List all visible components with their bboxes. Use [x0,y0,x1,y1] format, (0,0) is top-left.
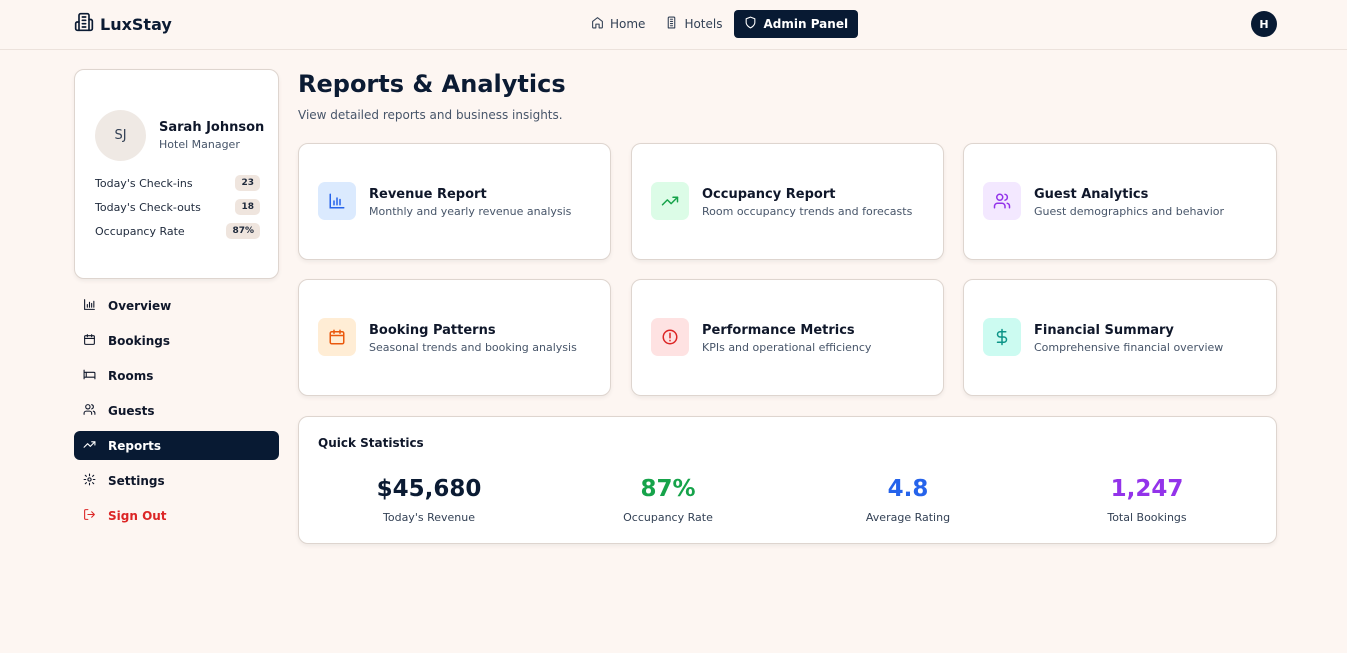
bar-chart-icon [318,182,356,220]
stat-value: $45,680 [376,476,482,502]
report-card-booking-patterns[interactable]: Booking Patterns Seasonal trends and boo… [298,279,611,396]
card-description: Guest demographics and behavior [1034,205,1225,218]
card-title: Performance Metrics [702,323,855,338]
card-title: Revenue Report [369,187,487,202]
card-title: Financial Summary [1034,323,1174,338]
stat-label: Occupancy Rate [95,224,185,238]
stat-value: 1,247 [1110,476,1184,502]
sidebar-item-rooms[interactable]: Rooms [74,361,279,390]
card-title: Booking Patterns [369,323,496,338]
bed-icon [83,368,96,384]
profile-avatar: SJ [95,110,146,161]
trending-up-icon [83,438,96,454]
trending-up-icon [651,182,689,220]
stat-label: Today's Check-outs [95,200,201,214]
report-card-occupancy[interactable]: Occupancy Report Room occupancy trends a… [631,143,944,260]
stat-value: 87% [640,476,696,502]
nav-home[interactable]: Home [583,10,653,38]
checkouts-stat: Today's Check-outs 18 [95,198,260,216]
users-icon [983,182,1021,220]
sidebar-item-reports[interactable]: Reports [74,431,279,460]
occupancy-stat: Occupancy Rate 87% [95,222,260,240]
nav-hotels[interactable]: Hotels [657,10,730,38]
stat-label: Today's Check-ins [95,176,193,190]
checkins-stat: Today's Check-ins 23 [95,174,260,192]
card-description: Room occupancy trends and forecasts [702,205,913,218]
card-description: Seasonal trends and booking analysis [369,341,577,354]
stat-badge: 87% [226,223,260,239]
stat-total-bookings: 1,247 Total Bookings [1027,475,1267,524]
sidebar-item-label: Overview [108,298,172,313]
stat-value: 4.8 [887,476,929,502]
shield-icon [744,16,757,32]
users-icon [83,403,96,419]
card-description: KPIs and operational efficiency [702,341,872,354]
profile-name: Sarah Johnson [159,120,265,135]
alert-circle-icon [651,318,689,356]
profile-card: SJ Sarah Johnson Hotel Manager Today's C… [74,69,279,279]
report-card-performance[interactable]: Performance Metrics KPIs and operational… [631,279,944,396]
building-icon [74,12,94,36]
dollar-icon [983,318,1021,356]
sidebar-item-overview[interactable]: Overview [74,291,279,320]
building-icon [665,16,678,32]
sidebar-item-bookings[interactable]: Bookings [74,326,279,355]
stat-occupancy-rate: 87% Occupancy Rate [548,475,788,524]
stat-badge: 23 [235,175,260,191]
calendar-icon [318,318,356,356]
home-icon [591,16,604,32]
sidebar-menu: Overview Bookings Rooms Guests Reports S… [74,291,279,536]
page-title: Reports & Analytics [298,70,566,98]
main-nav: Home Hotels Admin Panel [583,10,859,38]
nav-home-label: Home [610,17,646,31]
card-title: Occupancy Report [702,187,836,202]
sidebar-item-label: Bookings [108,333,171,348]
nav-admin-label: Admin Panel [763,17,849,31]
sidebar-item-label: Reports [108,438,162,453]
sidebar-item-label: Sign Out [108,508,167,523]
card-title: Guest Analytics [1034,187,1149,202]
quick-statistics-card: Quick Statistics $45,680 Today's Revenue… [298,416,1277,544]
bar-chart-icon [83,298,96,314]
brand-logo-link[interactable]: LuxStay [74,12,172,36]
report-card-financial-summary[interactable]: Financial Summary Comprehensive financia… [963,279,1277,396]
report-card-guest-analytics[interactable]: Guest Analytics Guest demographics and b… [963,143,1277,260]
card-description: Comprehensive financial overview [1034,341,1224,354]
nav-hotels-label: Hotels [684,17,723,31]
stat-todays-revenue: $45,680 Today's Revenue [309,475,549,524]
top-navbar: LuxStay Home Hotels Admin Panel H [0,0,1347,50]
nav-admin-panel[interactable]: Admin Panel [734,10,859,38]
report-card-revenue[interactable]: Revenue Report Monthly and yearly revenu… [298,143,611,260]
stat-label: Average Rating [865,511,951,524]
sidebar-item-sign-out[interactable]: Sign Out [74,501,279,530]
profile-role: Hotel Manager [159,138,240,151]
sidebar-item-label: Rooms [108,368,154,383]
stat-label: Total Bookings [1107,511,1187,524]
stat-label: Today's Revenue [383,511,475,524]
user-avatar-button[interactable]: H [1251,11,1277,37]
logout-icon [83,508,96,524]
calendar-icon [83,333,96,349]
sidebar-item-label: Guests [108,403,155,418]
gear-icon [83,473,96,489]
sidebar-item-settings[interactable]: Settings [74,466,279,495]
sidebar-item-guests[interactable]: Guests [74,396,279,425]
stat-average-rating: 4.8 Average Rating [788,475,1028,524]
card-description: Monthly and yearly revenue analysis [369,205,572,218]
stat-label: Occupancy Rate [623,511,713,524]
quick-statistics-title: Quick Statistics [318,436,424,450]
sidebar-item-label: Settings [108,473,165,488]
stat-badge: 18 [235,199,260,215]
page-subtitle: View detailed reports and business insig… [298,108,563,122]
brand-name: LuxStay [100,14,172,34]
